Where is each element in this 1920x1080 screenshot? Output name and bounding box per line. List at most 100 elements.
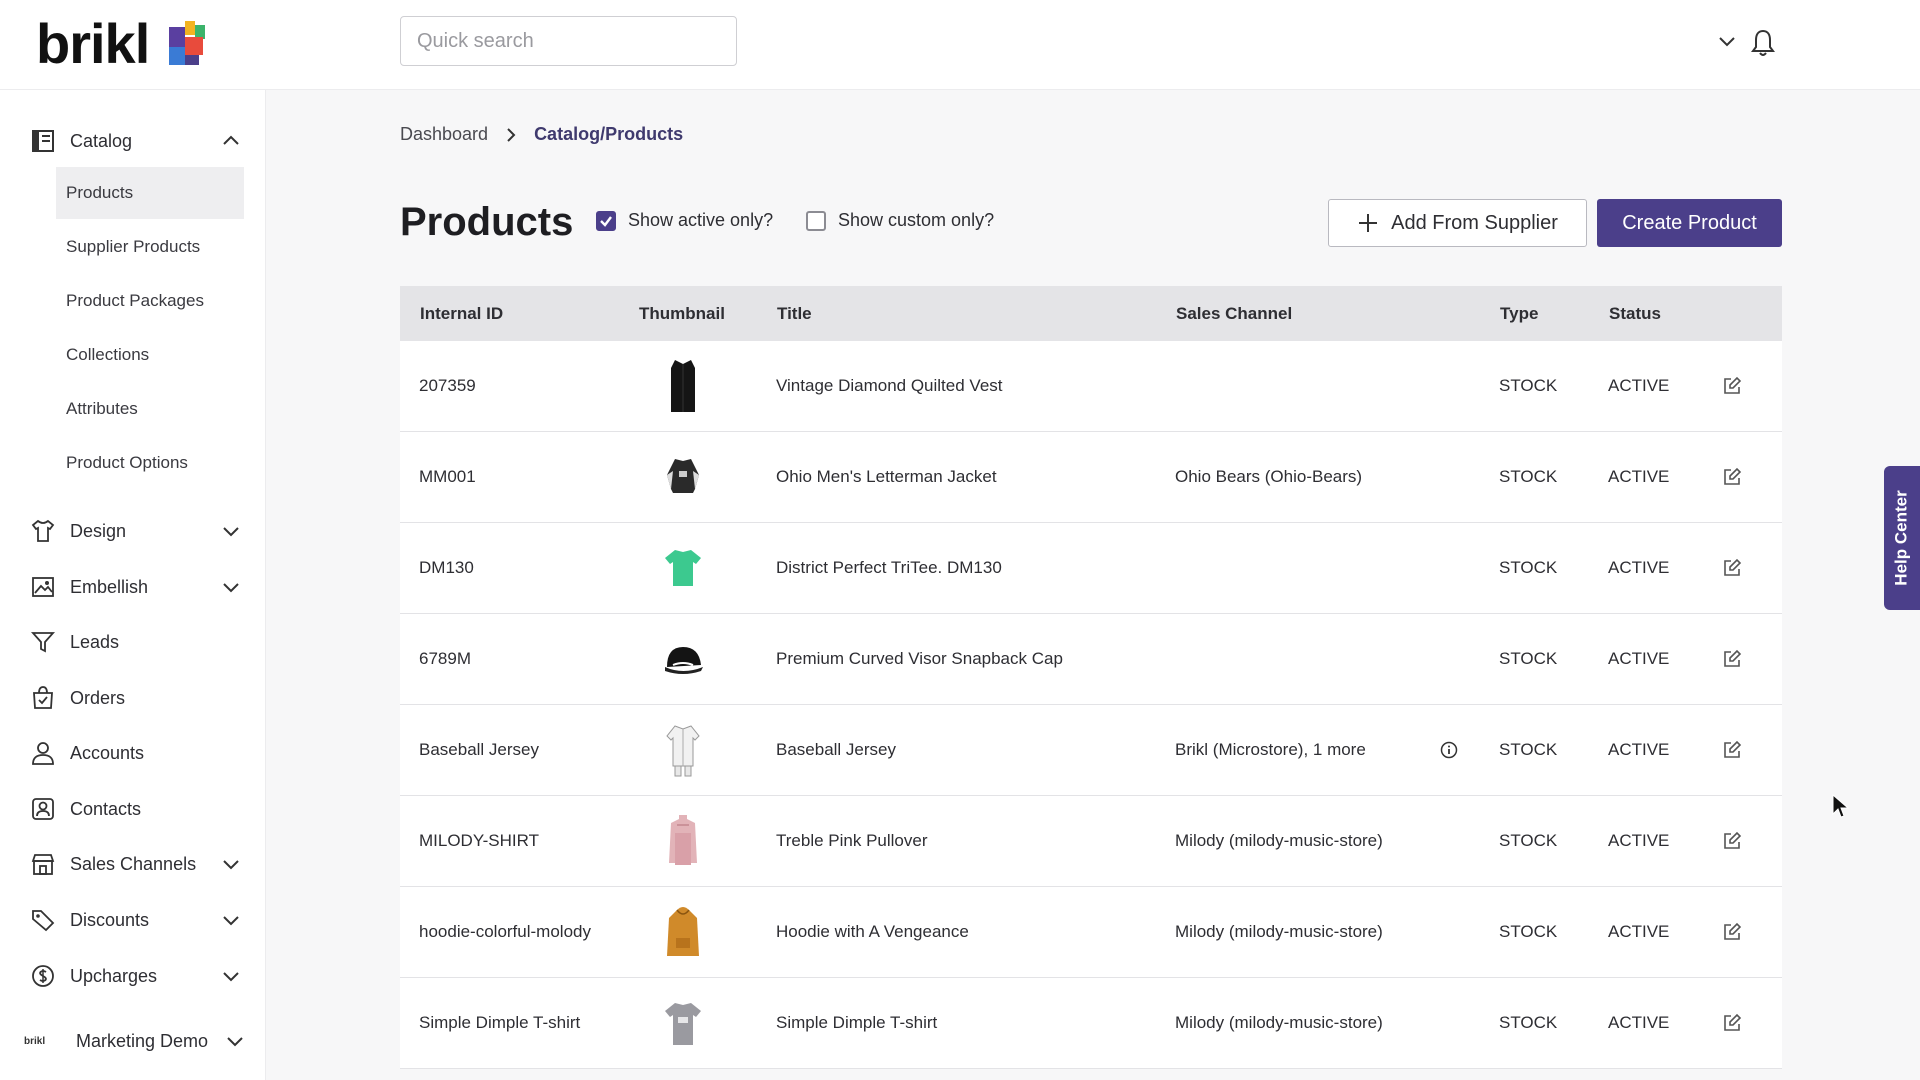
sidebar-item-embellish[interactable]: Embellish <box>0 565 266 609</box>
table-row[interactable]: DM130 District Perfect TriTee. DM130 STO… <box>400 523 1782 614</box>
cell-sales-channel <box>1175 523 1465 613</box>
table-row[interactable]: Simple Dimple T-shirt Simple Dimple T-sh… <box>400 978 1782 1069</box>
cell-internal-id: 6789M <box>419 649 471 668</box>
tag-icon <box>30 907 56 933</box>
table-row[interactable]: hoodie-colorful-molody Hoodie with A Ven… <box>400 887 1782 978</box>
edit-icon[interactable] <box>1722 341 1746 431</box>
create-product-button[interactable]: Create Product <box>1597 199 1782 247</box>
edit-icon[interactable] <box>1722 432 1746 522</box>
edit-icon[interactable] <box>1722 523 1746 613</box>
cell-status: ACTIVE <box>1608 831 1670 850</box>
cell-title: Baseball Jersey <box>776 740 897 759</box>
sidebar-item-upcharges[interactable]: Upcharges <box>0 954 266 998</box>
help-center-tab[interactable]: Help Center <box>1884 466 1920 610</box>
sidebar-item-discounts[interactable]: Discounts <box>0 898 266 942</box>
sidebar-item-accounts[interactable]: Accounts <box>0 731 266 775</box>
brand-logo[interactable]: brikl <box>36 14 207 74</box>
cell-sales-channel <box>1175 614 1465 704</box>
edit-icon[interactable] <box>1722 614 1746 704</box>
chevron-right-icon <box>507 127 516 142</box>
cell-title: Treble Pink Pullover <box>776 831 928 850</box>
breadcrumb-current[interactable]: Catalog/Products <box>534 124 683 145</box>
sidebar-item-design[interactable]: Design <box>0 509 266 553</box>
chevron-down-icon[interactable] <box>220 853 242 875</box>
header-sales-channel[interactable]: Sales Channel <box>1176 286 1292 341</box>
cell-status: ACTIVE <box>1608 1013 1670 1032</box>
show-active-only-checkbox[interactable]: Show active only? <box>596 210 773 231</box>
chevron-down-icon[interactable] <box>220 909 242 931</box>
table-row[interactable]: 207359 Vintage Diamond Quilted Vest STOC… <box>400 341 1782 432</box>
sidebar-subitem-supplier-products[interactable]: Supplier Products <box>56 221 244 273</box>
sidebar-subitem-products[interactable]: Products <box>56 167 244 219</box>
cell-title: Ohio Men's Letterman Jacket <box>776 467 997 486</box>
chevron-down-icon[interactable] <box>220 520 242 542</box>
cell-type: STOCK <box>1499 1013 1558 1032</box>
edit-icon[interactable] <box>1722 978 1746 1068</box>
quick-search-input[interactable] <box>400 16 737 66</box>
mouse-cursor-icon <box>1832 794 1850 818</box>
add-from-supplier-button[interactable]: Add From Supplier <box>1328 199 1587 247</box>
cell-type: STOCK <box>1499 740 1558 759</box>
cell-internal-id: 207359 <box>419 376 476 395</box>
contact-icon <box>30 796 56 822</box>
chevron-down-icon[interactable] <box>224 1030 246 1052</box>
sidebar-item-label: Catalog <box>70 130 133 151</box>
edit-icon[interactable] <box>1722 705 1746 795</box>
cell-sales-channel <box>1175 341 1465 431</box>
plus-icon <box>1359 214 1378 232</box>
header-title[interactable]: Title <box>777 286 812 341</box>
header-thumbnail: Thumbnail <box>639 304 725 323</box>
chevron-down-icon[interactable] <box>220 576 242 598</box>
sidebar-subitem-product-options[interactable]: Product Options <box>56 437 244 489</box>
account-menu-chevron-down-icon[interactable] <box>1716 30 1738 52</box>
sidebar-subitem-attributes[interactable]: Attributes <box>56 383 244 435</box>
sidebar-subitem-collections[interactable]: Collections <box>56 329 244 381</box>
table-row[interactable]: Baseball Jersey Baseball Jersey Brikl (M… <box>400 705 1782 796</box>
header-internal-id[interactable]: Internal ID <box>420 286 503 341</box>
sidebar-subitem-product-packages[interactable]: Product Packages <box>56 275 244 327</box>
header-type[interactable]: Type <box>1500 286 1538 341</box>
sidebar-item-leads[interactable]: Leads <box>0 620 266 664</box>
checkmark-icon <box>600 215 612 227</box>
edit-icon[interactable] <box>1722 887 1746 977</box>
cell-sales-channel: Ohio Bears (Ohio-Bears) <box>1175 467 1363 486</box>
sidebar-item-sales-channels[interactable]: Sales Channels <box>0 842 266 886</box>
sidebar-item-label: Embellish <box>70 576 149 597</box>
top-bar: brikl <box>0 0 1920 90</box>
table-row[interactable]: MILODY-SHIRT Treble Pink Pullover Milody… <box>400 796 1782 887</box>
tshirt-icon <box>30 518 56 544</box>
thumbnail-hoodie <box>653 887 713 977</box>
thumbnail-tee <box>653 523 713 613</box>
chevron-up-icon[interactable] <box>220 130 242 152</box>
chevron-down-icon[interactable] <box>220 965 242 987</box>
cell-type: STOCK <box>1499 649 1558 668</box>
cell-type: STOCK <box>1499 467 1558 486</box>
thumbnail-vest <box>653 341 713 431</box>
info-icon[interactable] <box>1440 705 1464 795</box>
cell-status: ACTIVE <box>1608 922 1670 941</box>
cell-title: Premium Curved Visor Snapback Cap <box>776 649 1063 668</box>
cell-sales-channel: Milody (milody-music-store) <box>1175 922 1383 941</box>
breadcrumb-dashboard-link[interactable]: Dashboard <box>400 124 488 145</box>
sidebar-item-orders[interactable]: Orders <box>0 676 266 720</box>
cell-internal-id: hoodie-colorful-molody <box>419 922 591 941</box>
checkbox-box[interactable] <box>806 210 826 231</box>
sidebar-item-contacts[interactable]: Contacts <box>0 787 266 831</box>
table-row[interactable]: 6789M Premium Curved Visor Snapback Cap … <box>400 614 1782 705</box>
edit-icon[interactable] <box>1722 796 1746 886</box>
table-row[interactable]: MM001 Ohio Men's Letterman Jacket Ohio B… <box>400 432 1782 523</box>
show-custom-only-label: Show custom only? <box>838 210 995 230</box>
cell-type: STOCK <box>1499 376 1558 395</box>
sidebar-item-catalog[interactable]: Catalog <box>0 119 266 163</box>
shopping-bag-icon <box>30 685 56 711</box>
checkbox-box[interactable] <box>596 210 616 231</box>
sidebar-item-label: Accounts <box>70 742 145 763</box>
organization-switcher[interactable]: brikl Marketing Demo <box>0 1018 266 1064</box>
cell-type: STOCK <box>1499 558 1558 577</box>
sidebar-item-label: Upcharges <box>70 965 158 986</box>
help-center-label: Help Center <box>1892 490 1912 586</box>
notification-bell-icon[interactable] <box>1750 28 1776 58</box>
table-header: Internal ID Thumbnail Title Sales Channe… <box>400 286 1782 341</box>
header-status[interactable]: Status <box>1609 286 1661 341</box>
show-custom-only-checkbox[interactable]: Show custom only? <box>806 210 994 231</box>
